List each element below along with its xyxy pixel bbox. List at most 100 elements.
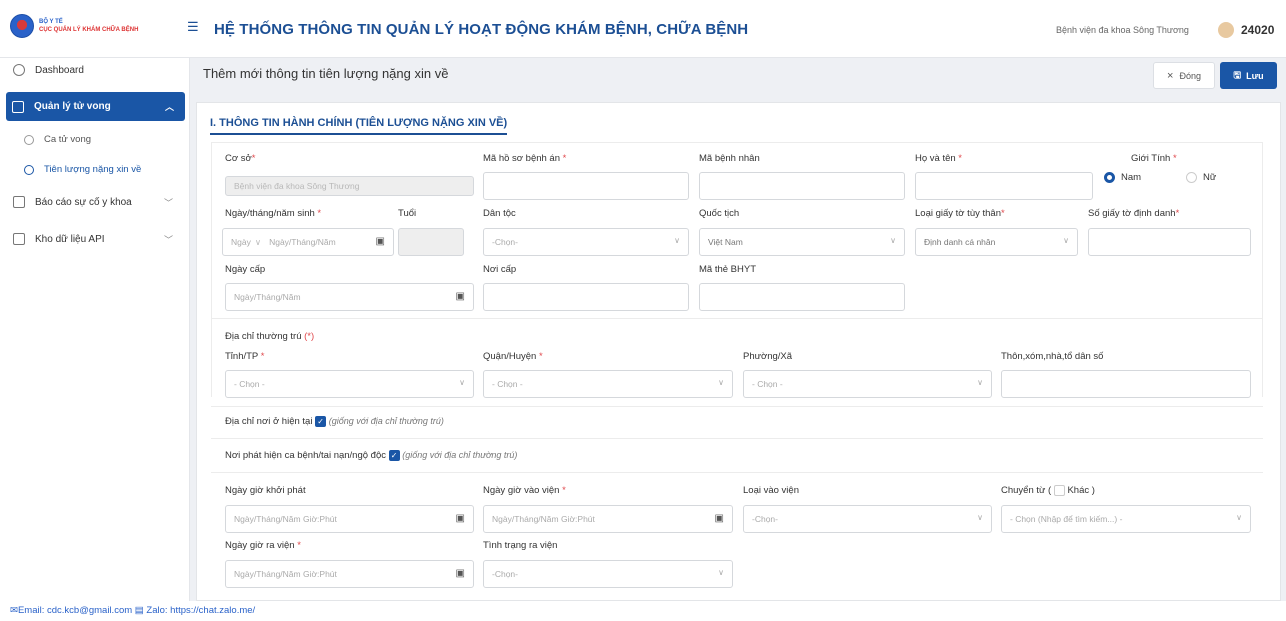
calendar-icon[interactable]: ▣ xyxy=(456,568,465,579)
chevron-down-icon: ∨ xyxy=(718,378,724,387)
facility-label: Cơ sở* xyxy=(225,153,256,164)
ward-select[interactable]: - Chọn - ∨ xyxy=(743,370,992,398)
discharge-status-select[interactable]: -Chọn- ∨ xyxy=(483,560,733,588)
calendar-icon[interactable]: ▣ xyxy=(456,291,465,302)
province-select[interactable]: - Chọn - ∨ xyxy=(225,370,474,398)
issue-date-input[interactable]: Ngày/Tháng/Năm ▣ xyxy=(225,283,474,311)
current-address-checkbox[interactable]: ✓ xyxy=(315,416,327,427)
discharge-label: Ngày giờ ra viện * xyxy=(225,540,301,551)
incident-place-row: Nơi phát hiện ca bệnh/tai nạn/ngộ độc ✓ … xyxy=(225,450,517,461)
admission-label: Ngày giờ vào viện * xyxy=(483,485,566,496)
facility-field: Bệnh viện đa khoa Sông Thương xyxy=(225,176,474,196)
dob-type-select[interactable]: Ngày xyxy=(231,237,251,247)
insurance-input[interactable] xyxy=(699,283,905,311)
dob-input[interactable]: Ngày ∨ Ngày/Tháng/Năm ▣ xyxy=(222,228,394,256)
radio-label: Nữ xyxy=(1203,172,1217,183)
page-title: Thêm mới thông tin tiên lượng nặng xin v… xyxy=(203,66,449,81)
gender-male-radio[interactable]: Nam xyxy=(1104,172,1141,183)
close-button-label: Đóng xyxy=(1179,70,1201,81)
sidebar-item-label: Dashboard xyxy=(35,64,84,76)
ministry-emblem-icon xyxy=(10,14,34,38)
chevron-down-icon: ∨ xyxy=(459,378,465,387)
menu-toggle-icon[interactable]: ☰ xyxy=(187,20,199,33)
radio-icon xyxy=(1186,172,1197,183)
incident-place-label: Nơi phát hiện ca bệnh/tai nạn/ngộ độc xyxy=(225,450,386,462)
insurance-label: Mã thẻ BHYT xyxy=(699,264,757,275)
select-value: - Chọn - xyxy=(492,379,523,389)
current-address-note: (giống với địa chỉ thường trú) xyxy=(328,416,444,427)
patient-code-label: Mã bệnh nhân xyxy=(699,153,760,164)
patient-code-input[interactable] xyxy=(699,172,905,200)
user-id[interactable]: 24020 xyxy=(1241,23,1274,37)
discharge-input[interactable]: Ngày/Tháng/Năm Giờ:Phút ▣ xyxy=(225,560,474,588)
district-label: Quận/Huyện * xyxy=(483,351,543,362)
calendar-icon[interactable]: ▣ xyxy=(715,513,724,524)
chevron-down-icon: ∨ xyxy=(674,236,680,245)
sidebar-item-death-management[interactable]: Quản lý tử vong ︿ xyxy=(6,92,185,121)
ministry-logo[interactable]: BỘ Y TẾ CỤC QUẢN LÝ KHÁM CHỮA BỆNH xyxy=(10,14,138,38)
issue-place-input[interactable] xyxy=(483,283,689,311)
chevron-down-icon: ∨ xyxy=(718,568,724,577)
footer-zalo[interactable]: Zalo: https://chat.zalo.me/ xyxy=(146,605,255,616)
sidebar-item-label: Kho dữ liệu API xyxy=(35,233,105,245)
divider xyxy=(211,406,1263,407)
email-icon: ✉ xyxy=(10,605,18,616)
district-select[interactable]: - Chọn - ∨ xyxy=(483,370,733,398)
village-input[interactable] xyxy=(1001,370,1251,398)
sidebar-item-api-store[interactable]: Kho dữ liệu API ﹀ xyxy=(0,231,190,247)
onset-input[interactable]: Ngày/Tháng/Năm Giờ:Phút ▣ xyxy=(225,505,474,533)
issue-date-label: Ngày cấp xyxy=(225,264,266,275)
ethnic-select[interactable]: -Chọn- ∨ xyxy=(483,228,689,256)
close-button[interactable]: × Đóng xyxy=(1153,62,1215,89)
select-value: Việt Nam xyxy=(708,237,743,247)
sidebar-item-label: Quản lý tử vong xyxy=(34,101,111,112)
sidebar-subitem-prognosis[interactable]: Tiên lượng nặng xin về xyxy=(24,164,141,175)
issue-place-label: Nơi cấp xyxy=(483,264,517,275)
admission-input[interactable]: Ngày/Tháng/Năm Giờ:Phút ▣ xyxy=(483,505,733,533)
dob-label: Ngày/tháng/năm sinh * xyxy=(225,208,322,219)
select-value: -Chọn- xyxy=(752,514,778,524)
fullname-label: Họ và tên * xyxy=(915,153,963,164)
folder-icon xyxy=(12,100,24,113)
gender-female-radio[interactable]: Nữ xyxy=(1186,172,1216,183)
footer-email[interactable]: Email: cdc.kcb@gmail.com xyxy=(18,605,132,616)
close-icon: × xyxy=(1167,69,1174,82)
header: BỘ Y TẾ CỤC QUẢN LÝ KHÁM CHỮA BỆNH ☰ HỆ T… xyxy=(0,0,1286,58)
dob-date-text: Ngày/Tháng/Năm xyxy=(269,237,336,247)
footer: ✉Email: cdc.kcb@gmail.com ▤ Zalo: https:… xyxy=(0,601,1286,621)
nationality-select[interactable]: Việt Nam ∨ xyxy=(699,228,905,256)
fullname-input[interactable] xyxy=(915,172,1093,200)
sidebar-subitem-death-case[interactable]: Ca tử vong xyxy=(24,134,91,145)
divider xyxy=(211,438,1263,439)
transfer-select[interactable]: - Chọn (Nhập để tìm kiếm...) - ∨ xyxy=(1001,505,1251,533)
save-button[interactable]: 🖫 Lưu xyxy=(1220,62,1277,89)
save-icon: 🖫 xyxy=(1233,69,1242,80)
incident-place-checkbox[interactable]: ✓ xyxy=(388,450,400,461)
date-placeholder: Ngày/Tháng/Năm Giờ:Phút xyxy=(234,569,337,579)
select-value: -Chọn- xyxy=(492,569,518,579)
admission-type-select[interactable]: -Chọn- ∨ xyxy=(743,505,992,533)
province-label: Tỉnh/TP * xyxy=(225,351,265,362)
select-value: - Chọn (Nhập để tìm kiếm...) - xyxy=(1010,514,1123,524)
id-type-label: Loại giấy tờ tùy thân* xyxy=(915,208,1005,219)
discharge-status-label: Tình trạng ra viện xyxy=(483,540,558,551)
app-title: HỆ THỐNG THÔNG TIN QUẢN LÝ HOẠT ĐỘNG KHÁ… xyxy=(214,21,749,38)
calendar-icon[interactable]: ▣ xyxy=(456,513,465,524)
transfer-other-checkbox[interactable] xyxy=(1053,485,1065,496)
record-input[interactable] xyxy=(483,172,689,200)
circle-icon xyxy=(24,134,34,145)
date-placeholder: Ngày/Tháng/Năm xyxy=(234,292,301,302)
date-placeholder: Ngày/Tháng/Năm Giờ:Phút xyxy=(492,514,595,524)
incident-place-note: (giống với địa chỉ thường trú) xyxy=(402,450,518,461)
id-number-input[interactable] xyxy=(1088,228,1251,256)
ethnic-label: Dân tộc xyxy=(483,208,516,219)
sidebar-item-incident-report[interactable]: Báo cáo sự cố y khoa ﹀ xyxy=(0,194,190,210)
village-label: Thôn,xóm,nhà,tổ dân số xyxy=(1001,351,1104,362)
chevron-down-icon: ∨ xyxy=(977,378,983,387)
sidebar-item-dashboard[interactable]: Dashboard xyxy=(0,60,190,80)
avatar[interactable] xyxy=(1218,22,1234,38)
calendar-icon[interactable]: ▣ xyxy=(376,236,385,247)
sidebar-item-label: Tiên lượng nặng xin về xyxy=(44,164,142,175)
id-type-select[interactable]: Định danh cá nhân ∨ xyxy=(915,228,1078,256)
admission-type-label: Loại vào viện xyxy=(743,485,799,496)
